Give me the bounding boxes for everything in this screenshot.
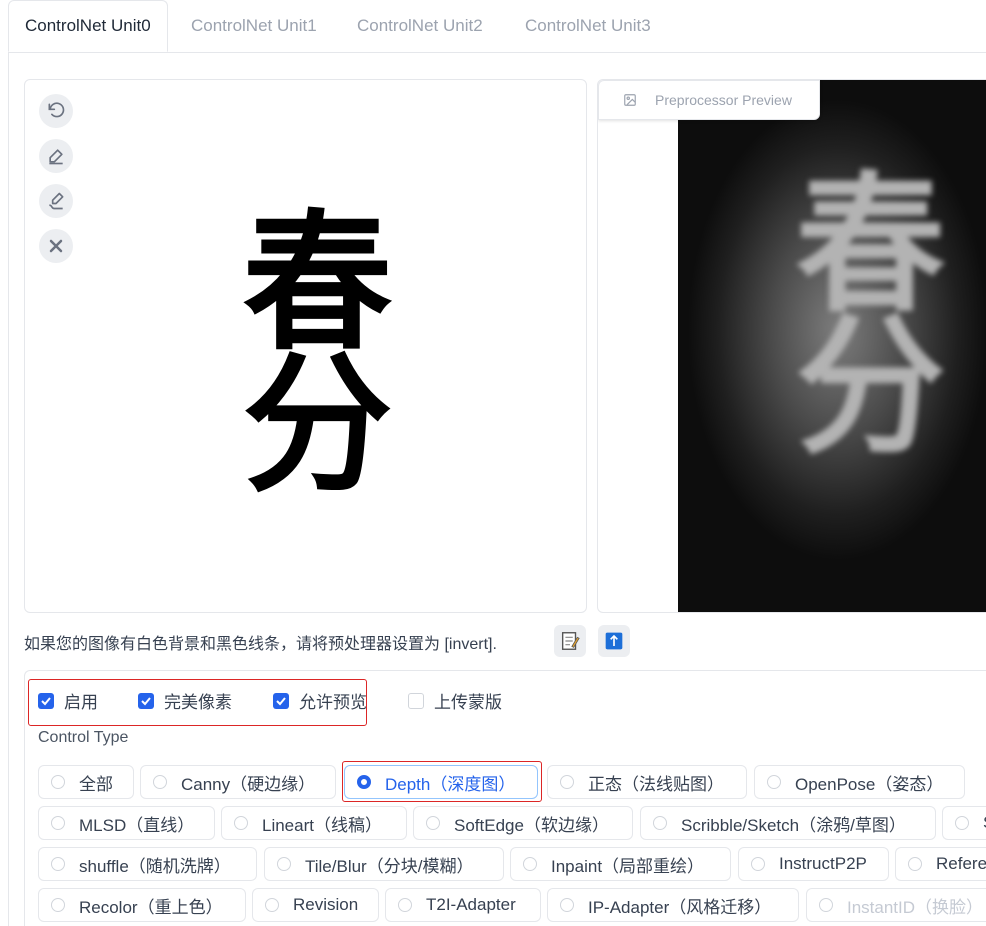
undo-button[interactable] [39, 94, 73, 128]
brush-button[interactable] [39, 184, 73, 218]
pixel-perfect-checkbox[interactable]: 完美像素 [138, 688, 232, 713]
radio-icon [153, 775, 167, 789]
edit-button[interactable] [39, 139, 73, 173]
radio-icon [51, 775, 65, 789]
radio-icon [560, 775, 574, 789]
control-type-all[interactable]: 全部 [38, 765, 134, 799]
radio-icon [51, 816, 65, 830]
control-type-ip-adapter[interactable]: IP-Adapter（风格迁移） [547, 888, 799, 922]
control-type-scribble[interactable]: Scribble/Sketch（涂鸦/草图） [640, 806, 936, 840]
radio-icon [819, 898, 833, 912]
upload-mask-label: 上传蒙版 [434, 693, 502, 712]
pixel-perfect-label: 完美像素 [164, 693, 232, 712]
image-icon [624, 94, 636, 106]
radio-icon [560, 898, 574, 912]
control-type-tile[interactable]: Tile/Blur（分块/模糊） [264, 847, 504, 881]
control-type-mlsd[interactable]: MLSD（直线） [38, 806, 215, 840]
control-type-t2i-adapter[interactable]: T2I-Adapter [385, 888, 541, 922]
brush-icon [49, 192, 64, 210]
calligraphy-text: 春分 [217, 203, 393, 487]
allow-preview-checkbox[interactable]: 允许预览 [273, 688, 367, 713]
radio-icon [523, 857, 537, 871]
radio-icon [767, 775, 781, 789]
control-type-instantid: InstantID（换脸） [806, 888, 986, 922]
preview-label-tag: Preprocessor Preview [598, 80, 820, 120]
control-type-inpaint[interactable]: Inpaint（局部重绘） [510, 847, 731, 881]
invert-hint: 如果您的图像有白色背景和黑色线条，请将预处理器设置为 [invert]. [24, 636, 497, 653]
radio-icon [955, 816, 969, 830]
radio-icon [426, 816, 440, 830]
enable-label: 启用 [64, 693, 98, 712]
notes-button[interactable] [554, 625, 586, 657]
calligraphy-image: 春分 [210, 180, 400, 510]
panel-border [8, 52, 9, 926]
checkbox-checked-icon [273, 692, 289, 709]
checkbox-checked-icon [38, 692, 54, 709]
control-type-label: Control Type [38, 729, 129, 746]
radio-icon [277, 857, 291, 871]
radio-icon [908, 857, 922, 871]
depth-map-image: 春分 [678, 80, 986, 612]
allow-preview-label: 允许预览 [299, 693, 367, 712]
depth-text: 春分 [770, 165, 946, 449]
radio-icon [265, 898, 279, 912]
control-type-shuffle[interactable]: shuffle（随机洗牌） [38, 847, 257, 881]
radio-icon [398, 898, 412, 912]
memo-icon [561, 632, 580, 650]
control-type-canny[interactable]: Canny（硬边缘） [140, 765, 336, 799]
pencil-icon [49, 149, 63, 165]
tab-unit3[interactable]: ControlNet Unit3 [509, 0, 667, 52]
tab-unit2[interactable]: ControlNet Unit2 [341, 0, 499, 52]
upload-arrow-icon [605, 632, 623, 650]
radio-icon [51, 857, 65, 871]
send-dimensions-button[interactable] [598, 625, 630, 657]
tab-unit0[interactable]: ControlNet Unit0 [8, 0, 168, 52]
unit-tabs: ControlNet Unit0 ControlNet Unit1 Contro… [8, 0, 986, 53]
preprocessor-preview-panel: Preprocessor Preview 春分 [597, 79, 986, 613]
control-type-instructp2p[interactable]: InstructP2P [738, 847, 889, 881]
radio-icon [51, 898, 65, 912]
radio-icon [751, 857, 765, 871]
control-type-reference[interactable]: Refere [895, 847, 986, 881]
control-type-softedge[interactable]: SoftEdge（软边缘） [413, 806, 633, 840]
control-type-seg[interactable]: S [942, 806, 986, 840]
preview-label: Preprocessor Preview [655, 92, 792, 108]
upload-mask-checkbox[interactable]: 上传蒙版 [408, 688, 502, 713]
control-type-normal[interactable]: 正态（法线贴图） [547, 765, 747, 799]
control-type-revision[interactable]: Revision [252, 888, 379, 922]
control-type-openpose[interactable]: OpenPose（姿态） [754, 765, 965, 799]
control-type-lineart[interactable]: Lineart（线稿） [221, 806, 407, 840]
input-image-canvas[interactable]: 春分 [24, 79, 587, 613]
radio-icon [653, 816, 667, 830]
clear-button[interactable] [39, 229, 73, 263]
close-icon [49, 239, 63, 253]
checkbox-unchecked-icon [408, 692, 424, 709]
checkbox-checked-icon [138, 692, 154, 709]
tab-unit1[interactable]: ControlNet Unit1 [175, 0, 333, 52]
enable-checkbox[interactable]: 启用 [38, 688, 98, 713]
undo-icon [48, 102, 65, 118]
control-type-recolor[interactable]: Recolor（重上色） [38, 888, 246, 922]
control-type-depth[interactable]: Depth（深度图） [344, 765, 538, 799]
radio-selected-icon [357, 775, 371, 789]
radio-icon [234, 816, 248, 830]
